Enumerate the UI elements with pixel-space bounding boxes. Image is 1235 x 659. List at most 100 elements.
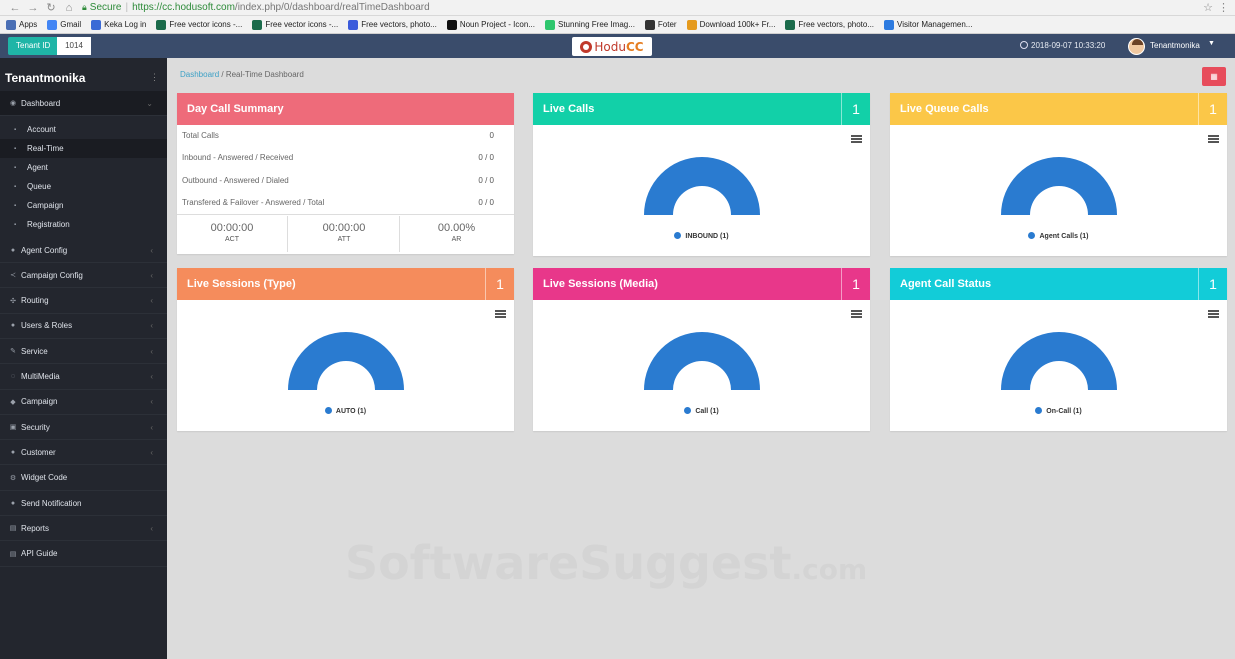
bookmark-item[interactable]: Keka Log in	[91, 19, 146, 30]
bookmark-label: Free vectors, photo...	[798, 20, 875, 29]
gauge-chart	[643, 157, 760, 215]
sidebar-subitem-campaign[interactable]: ▪ Campaign	[0, 196, 167, 215]
gauge-chart	[643, 332, 760, 390]
sidebar-item-label: Send Notification	[21, 498, 82, 508]
legend-dot-icon	[324, 407, 332, 414]
chevron-left-icon: ‹	[150, 296, 153, 306]
bookmark-item[interactable]: Foter	[644, 19, 677, 30]
sidebar-item-users-roles[interactable]: ● Users & Roles ‹	[0, 314, 167, 339]
bookmark-item[interactable]: Noun Project - Icon...	[446, 19, 535, 30]
sidebar: Tenantmonika ⋮ ◉ Dashboard ⌄ ▪ Account ▪ Re…	[0, 58, 167, 659]
sidebar-item-agent-config[interactable]: ● Agent Config ‹	[0, 238, 167, 263]
sidebar-item-widget-code[interactable]: ⚙ Widget Code	[0, 466, 167, 491]
sidebar-toggle-icon[interactable]: ⋮	[150, 72, 159, 83]
caret-down-icon[interactable]: ▼	[1208, 40, 1215, 47]
sidebar-item-customer[interactable]: ● Customer ‹	[0, 440, 167, 466]
chart-legend[interactable]: Agent Calls (1)	[890, 232, 1227, 240]
live-calls-card: Live Calls 1 INBOUND (1)	[533, 93, 870, 256]
hoducc-logo[interactable]: HoduCC	[572, 37, 652, 56]
summary-row-label: Inbound - Answered / Received	[182, 153, 294, 163]
chart-legend[interactable]: Call (1)	[533, 407, 870, 415]
clock-icon	[1020, 41, 1028, 49]
freepik-icon	[348, 19, 359, 30]
bookmark-item[interactable]: Gmail	[47, 19, 81, 30]
current-datetime: 2018-09-07 10:33:20	[1031, 41, 1106, 50]
sidebar-subitem-account[interactable]: ▪ Account	[0, 120, 167, 139]
chart-menu-icon[interactable]	[1208, 310, 1219, 318]
chart-legend[interactable]: AUTO (1)	[177, 407, 514, 415]
grid-menu-button[interactable]: ▦	[1202, 67, 1226, 86]
card-count: 1	[1198, 268, 1227, 300]
breadcrumb-dashboard-link[interactable]: Dashboard	[180, 70, 219, 79]
sidebar-item-dashboard[interactable]: ◉ Dashboard ⌄	[0, 91, 167, 116]
gauge-arc	[1000, 157, 1117, 215]
chevron-down-icon: ⌄	[146, 98, 153, 108]
bookmark-item[interactable]: Free vector icons -...	[252, 19, 338, 30]
gauge-arc	[287, 332, 404, 390]
bookmark-item[interactable]: Apps	[6, 19, 38, 30]
chevron-left-icon: ‹	[150, 422, 153, 432]
wrench-icon: ✎	[10, 348, 16, 356]
bookmark-item[interactable]: Free vector icons -...	[156, 19, 242, 30]
bookmark-item[interactable]: Stunning Free Imag...	[544, 19, 635, 30]
secure-label: Secure	[89, 2, 122, 13]
noun-project-icon	[446, 19, 457, 30]
freepik-icon	[252, 19, 263, 30]
card-header: Agent Call Status 1	[890, 268, 1227, 300]
reload-icon[interactable]: ↻	[42, 1, 60, 14]
chart-menu-icon[interactable]	[1208, 135, 1219, 143]
url-host: https://cc.hodusoft.com	[132, 2, 235, 13]
sidebar-item-campaign-config[interactable]: ≺ Campaign Config ‹	[0, 263, 167, 289]
sidebar-item-api-guide[interactable]: ▤ API Guide	[0, 542, 167, 567]
card-count: 1	[841, 93, 870, 125]
sidebar-item-label: Reports	[21, 523, 50, 533]
sidebar-subitem-real-time[interactable]: ▪ Real-Time	[0, 139, 167, 158]
live-queue-calls-card: Live Queue Calls 1 Agent Calls (1)	[890, 93, 1227, 256]
forward-arrow-icon[interactable]: →	[24, 2, 42, 14]
sidebar-item-send-notification[interactable]: ● Send Notification	[0, 491, 167, 516]
day-call-summary-card: Day Call Summary Total Calls 0 Inbound - A…	[177, 93, 514, 254]
summary-row-label: Outbound - Answered / Dialed	[182, 175, 289, 185]
chart-legend[interactable]: INBOUND (1)	[533, 232, 870, 240]
legend-label: AUTO (1)	[335, 408, 367, 415]
bookmark-item[interactable]: Visitor Managemen...	[884, 19, 972, 30]
bookmark-star-icon[interactable]: ☆	[1203, 1, 1213, 14]
sidebar-item-label: Service	[21, 346, 48, 356]
sidebar-subitem-registration[interactable]: ▪ Registration	[0, 215, 167, 234]
sidebar-item-campaign[interactable]: ◆ Campaign ‹	[0, 390, 167, 415]
user-menu-name[interactable]: Tenantmonika	[1150, 41, 1200, 50]
gauge-arc	[643, 332, 760, 390]
stat-act: 00:00:00 ACT	[177, 216, 288, 252]
card-title: Agent Call Status	[900, 278, 992, 290]
chart-menu-icon[interactable]	[851, 310, 862, 318]
back-arrow-icon[interactable]: ←	[6, 2, 24, 14]
sidebar-item-routing[interactable]: ✣ Routing ‹	[0, 289, 167, 314]
legend-dot-icon	[684, 407, 692, 414]
legend-label: Agent Calls (1)	[1039, 233, 1089, 240]
stat-att: 00:00:00 ATT	[289, 216, 400, 252]
chart-legend[interactable]: On-Call (1)	[890, 407, 1227, 415]
chart-menu-icon[interactable]	[495, 310, 506, 318]
sidebar-item-label: MultiMedia	[21, 372, 60, 381]
summary-row-value: 0 / 0	[478, 197, 494, 207]
url-field[interactable]: 🔒︎ Secure | https://cc.hodusoft.com /ind…	[82, 2, 430, 13]
sidebar-subitem-agent[interactable]: ▪ Agent	[0, 158, 167, 177]
bookmark-item[interactable]: Download 100k+ Fr...	[686, 19, 775, 30]
sidebar-item-multimedia[interactable]: ◌ MultiMedia ‹	[0, 365, 167, 390]
bookmark-item[interactable]: Free vectors, photo...	[785, 19, 875, 30]
browser-menu-icon[interactable]: ⋮	[1218, 1, 1229, 14]
bookmark-item[interactable]: Free vectors, photo...	[348, 19, 437, 30]
sidebar-item-label: Agent Config	[21, 245, 68, 255]
sidebar-item-security[interactable]: ▣ Security ‹	[0, 415, 167, 441]
sidebar-item-service[interactable]: ✎ Service ‹	[0, 339, 167, 365]
chevron-left-icon: ‹	[150, 523, 153, 533]
chart-menu-icon[interactable]	[851, 135, 862, 143]
share-icon: ≺	[10, 272, 16, 280]
sidebar-item-reports[interactable]: ▤ Reports ‹	[0, 516, 167, 542]
sidebar-subitem-queue[interactable]: ▪ Queue	[0, 177, 167, 196]
sidebar-subitem-label: Campaign	[27, 201, 64, 210]
avatar[interactable]	[1128, 38, 1145, 55]
home-icon[interactable]: ⌂	[60, 2, 78, 14]
bookmark-label: Apps	[19, 20, 38, 29]
day-call-summary-title: Day Call Summary	[177, 93, 514, 125]
